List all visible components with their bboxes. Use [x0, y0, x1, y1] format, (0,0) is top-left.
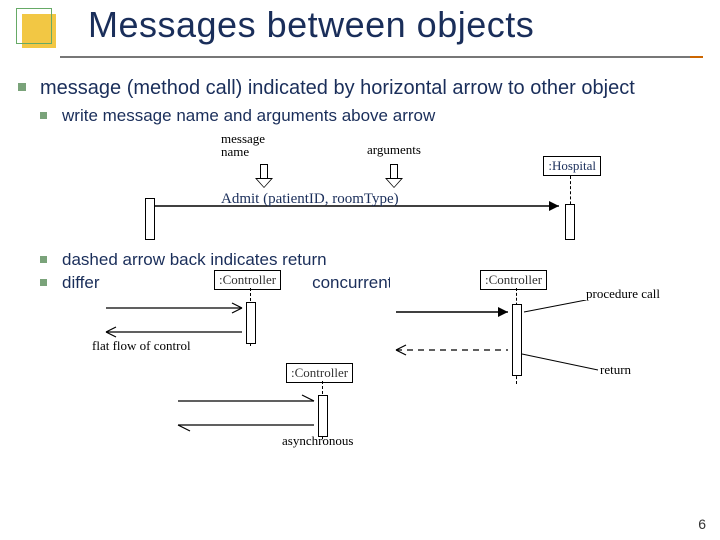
figure-flat-flow: :Controller flat flow of control	[100, 270, 310, 348]
activation-bar	[145, 198, 155, 240]
annot-arguments: arguments	[367, 142, 421, 158]
bullet-icon	[40, 112, 47, 119]
title-decoration	[16, 8, 60, 52]
bullet-sub2: dashed arrow back indicates return	[40, 250, 702, 270]
message-text: Admit (patientID, roomType)	[221, 190, 399, 208]
proc-arrows	[390, 300, 690, 390]
bullet-list: message (method call) indicated by horiz…	[18, 76, 702, 293]
title-underline	[60, 56, 716, 58]
page-number: 6	[698, 516, 706, 532]
figure-admit-message: message name arguments :Hospital Admit (…	[131, 132, 611, 242]
async-arrows	[172, 391, 322, 439]
bullet-sub1: write message name and arguments above a…	[40, 106, 702, 126]
bullet-main: message (method call) indicated by horiz…	[18, 76, 702, 293]
bullet-icon	[40, 279, 47, 286]
figure-procedure-call: :Controller procedure call return	[390, 270, 690, 390]
annot-return: return	[600, 362, 631, 378]
bullet-icon	[18, 83, 26, 91]
bottom-figures: :Controller flat flow of control :Contro…	[0, 293, 720, 443]
bullet-icon	[40, 256, 47, 263]
annot-procedure-call: procedure call	[586, 286, 660, 302]
annot-flat-flow: flat flow of control	[92, 338, 191, 354]
title-bar: Messages between objects	[0, 0, 720, 70]
object-box-hospital: :Hospital	[543, 156, 601, 176]
annot-message-name: message name	[221, 132, 265, 158]
figure-asynchronous: :Controller asynchronous	[172, 363, 382, 443]
object-box-controller: :Controller	[286, 363, 353, 383]
object-box-controller: :Controller	[480, 270, 547, 290]
bullet-main-text: message (method call) indicated by horiz…	[40, 77, 635, 99]
bullet-sub2-text: dashed arrow back indicates return	[62, 250, 327, 269]
slide-title: Messages between objects	[88, 4, 534, 46]
bullet-sub1-text: write message name and arguments above a…	[62, 106, 435, 125]
annot-async: asynchronous	[282, 433, 354, 449]
object-box-controller: :Controller	[214, 270, 281, 290]
